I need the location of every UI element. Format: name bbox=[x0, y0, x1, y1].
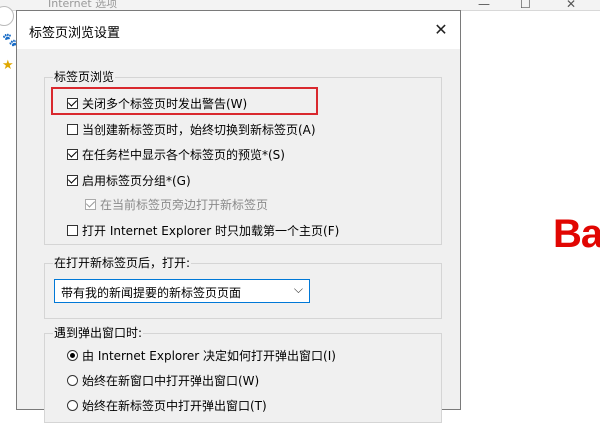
popup-new-window-radio[interactable] bbox=[67, 375, 78, 386]
switch-new-tab-checkbox[interactable] bbox=[67, 124, 78, 135]
tab-groups-option[interactable]: 启用标签页分组*(G) bbox=[67, 172, 191, 189]
popup-new-window-label: 始终在新窗口中打开弹出窗口(W) bbox=[82, 374, 260, 388]
open-next-to-current-label: 在当前标签页旁边打开新标签页 bbox=[100, 198, 269, 212]
new-tab-group-label: 在打开新标签页后，打开: bbox=[53, 254, 192, 271]
dialog-title: 标签页浏览设置 bbox=[29, 26, 121, 41]
maximize-icon[interactable]: ☐ bbox=[520, 0, 531, 11]
back-button[interactable] bbox=[0, 6, 14, 26]
dialog-titlebar: 标签页浏览设置 ✕ bbox=[17, 11, 460, 49]
tab-groups-label: 启用标签页分组*(G) bbox=[82, 174, 191, 188]
tab-browsing-group-label: 标签页浏览 bbox=[53, 68, 116, 85]
switch-new-tab-option[interactable]: 当创建新标签页时，始终切换到新标签页(A) bbox=[67, 121, 316, 138]
new-tab-dropdown-value: 带有我的新闻提要的新标签页页面 bbox=[61, 286, 242, 300]
popup-ie-decides-label: 由 Internet Explorer 决定如何打开弹出窗口(I) bbox=[82, 349, 336, 363]
load-first-home-option[interactable]: 打开 Internet Explorer 时只加载第一个主页(F) bbox=[67, 222, 339, 239]
favorites-star-icon[interactable]: ★ bbox=[2, 58, 14, 73]
taskbar-preview-label: 在任务栏中显示各个标签页的预览*(S) bbox=[82, 148, 285, 162]
switch-new-tab-label: 当创建新标签页时，始终切换到新标签页(A) bbox=[82, 123, 316, 137]
load-first-home-checkbox[interactable] bbox=[67, 225, 78, 236]
popup-group-label: 遇到弹出窗口时: bbox=[53, 324, 144, 341]
window-close-icon[interactable]: ✕ bbox=[566, 0, 576, 11]
minimize-icon[interactable]: — bbox=[478, 0, 490, 11]
open-next-to-current-checkbox bbox=[85, 199, 96, 210]
highlight-box bbox=[51, 87, 318, 115]
popup-ie-decides-radio[interactable] bbox=[67, 350, 78, 361]
tab-groups-checkbox[interactable] bbox=[67, 175, 78, 186]
open-next-to-current-option: 在当前标签页旁边打开新标签页 bbox=[85, 196, 268, 213]
baidu-logo: Ba bbox=[553, 212, 600, 256]
close-icon[interactable]: ✕ bbox=[428, 17, 454, 43]
new-tab-dropdown[interactable]: 带有我的新闻提要的新标签页页面 ⌵ bbox=[54, 279, 310, 303]
popup-new-tab-radio[interactable] bbox=[67, 400, 78, 411]
taskbar-preview-option[interactable]: 在任务栏中显示各个标签页的预览*(S) bbox=[67, 146, 285, 163]
load-first-home-label: 打开 Internet Explorer 时只加载第一个主页(F) bbox=[82, 224, 340, 238]
popup-new-window-option[interactable]: 始终在新窗口中打开弹出窗口(W) bbox=[67, 372, 259, 389]
popup-ie-decides-option[interactable]: 由 Internet Explorer 决定如何打开弹出窗口(I) bbox=[67, 347, 336, 364]
tab-settings-dialog: 标签页浏览设置 ✕ 标签页浏览 关闭多个标签页时发出警告(W) 当创建新标签页时… bbox=[16, 10, 461, 423]
chevron-down-icon: ⌵ bbox=[293, 282, 303, 296]
taskbar-preview-checkbox[interactable] bbox=[67, 149, 78, 160]
